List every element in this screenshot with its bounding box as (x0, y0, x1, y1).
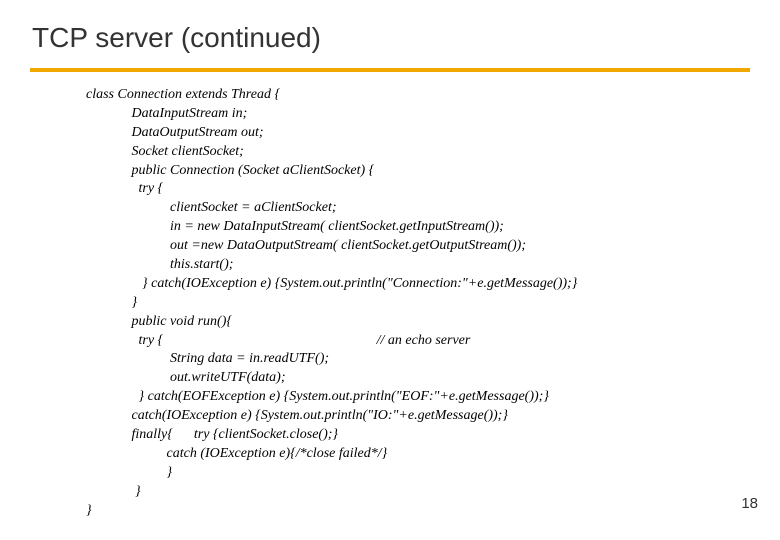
title-rule (30, 68, 750, 72)
slide-title: TCP server (continued) (32, 22, 750, 54)
code-block: class Connection extends Thread { DataIn… (86, 86, 750, 520)
page-number: 18 (741, 495, 758, 512)
slide-container: TCP server (continued) class Connection … (0, 0, 780, 540)
